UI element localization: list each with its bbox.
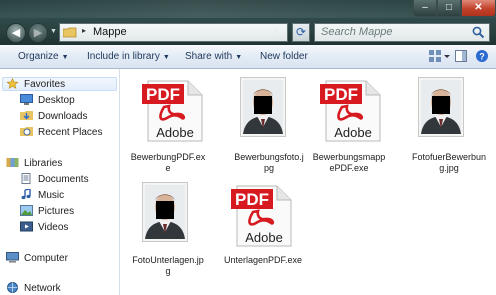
pdf-label: PDF <box>235 190 269 209</box>
file-list: PDF Adobe BewerbungPDF.ex e Bewerbungsfoto.j… <box>121 69 496 295</box>
maximize-button[interactable]: □ <box>437 0 461 17</box>
file-name[interactable]: UnterlagenPDF.exe <box>211 255 315 266</box>
back-button[interactable]: ◀ <box>6 23 26 43</box>
nav-pictures[interactable]: Pictures <box>20 205 74 217</box>
nav-favorites[interactable]: Favorites <box>6 78 65 90</box>
folder-icon <box>63 27 77 38</box>
adobe-brand: Adobe <box>334 125 372 140</box>
photo-thumbnail <box>240 77 286 137</box>
pdf-label: PDF <box>146 85 180 104</box>
pictures-icon <box>20 205 33 216</box>
svg-text:?: ? <box>479 52 485 62</box>
command-bar: Organize ▼ Include in library ▼ Share with… <box>0 45 496 69</box>
photo-thumbnail <box>142 182 188 242</box>
pdf-icon: PDF Adobe <box>231 185 292 247</box>
nav-network[interactable]: Network <box>6 282 61 294</box>
file-name[interactable]: FotoUnterlagen.jp g <box>121 255 215 277</box>
navigation-pane: Favorites Desktop Downloads Recent Place… <box>0 69 120 295</box>
refresh-button[interactable]: ⟳ <box>292 23 310 42</box>
nav-videos[interactable]: Videos <box>20 221 68 233</box>
adobe-brand: Adobe <box>245 230 283 245</box>
breadcrumb-separator[interactable]: ▸ <box>82 26 86 35</box>
nav-documents[interactable]: Documents <box>20 173 89 185</box>
nav-desktop[interactable]: Desktop <box>20 94 75 106</box>
nav-downloads[interactable]: Downloads <box>20 110 87 122</box>
pdf-icon: PDF Adobe <box>320 80 381 142</box>
address-bar[interactable]: ▸ Mappe <box>59 23 288 42</box>
face-redaction <box>432 96 450 114</box>
search-input[interactable]: Search Mappe <box>314 23 490 42</box>
recent-places-icon <box>20 127 33 136</box>
desktop-icon <box>20 94 33 105</box>
libraries-icon <box>6 158 19 167</box>
star-icon <box>6 78 19 89</box>
computer-icon <box>6 252 19 263</box>
file-name[interactable]: BewerbungPDF.ex e <box>121 152 215 174</box>
nav-music[interactable]: Music <box>20 189 64 201</box>
forward-button[interactable]: ▶ <box>28 23 48 43</box>
preview-pane-icon[interactable] <box>455 49 467 63</box>
file-name[interactable]: Bewerbungsmapp ePDF.exe <box>302 152 396 174</box>
file-name[interactable]: FotofuerBewerbun g.jpg <box>402 152 496 174</box>
recent-pages-dropdown-icon[interactable]: ▼ <box>50 28 57 35</box>
documents-icon <box>21 173 31 184</box>
nav-libraries[interactable]: Libraries <box>6 157 62 169</box>
music-icon <box>21 189 31 200</box>
nav-computer[interactable]: Computer <box>6 252 68 264</box>
pdf-icon: PDF Adobe <box>142 80 203 142</box>
organize-menu[interactable]: Organize ▼ <box>18 51 69 62</box>
photo-thumbnail <box>418 77 464 137</box>
videos-icon <box>20 221 33 232</box>
search-icon[interactable] <box>472 26 485 39</box>
address-dropdown-icon[interactable]: ▼ <box>273 27 281 36</box>
downloads-icon <box>20 111 33 120</box>
share-with-menu[interactable]: Share with ▼ <box>185 51 242 62</box>
face-redaction <box>156 201 174 219</box>
face-redaction <box>254 96 272 114</box>
minimize-button[interactable]: – <box>413 0 437 17</box>
adobe-brand: Adobe <box>156 125 194 140</box>
nav-recent-places[interactable]: Recent Places <box>20 126 102 138</box>
pdf-label: PDF <box>324 85 358 104</box>
search-placeholder: Search Mappe <box>321 26 393 38</box>
include-in-library-menu[interactable]: Include in library ▼ <box>87 51 170 62</box>
close-button[interactable]: ✕ <box>461 0 496 17</box>
network-icon <box>7 282 18 293</box>
change-view-icon[interactable] <box>428 49 450 63</box>
new-folder-button[interactable]: New folder <box>260 51 308 62</box>
breadcrumb-current[interactable]: Mappe <box>93 26 127 38</box>
help-icon[interactable]: ? <box>475 49 489 63</box>
